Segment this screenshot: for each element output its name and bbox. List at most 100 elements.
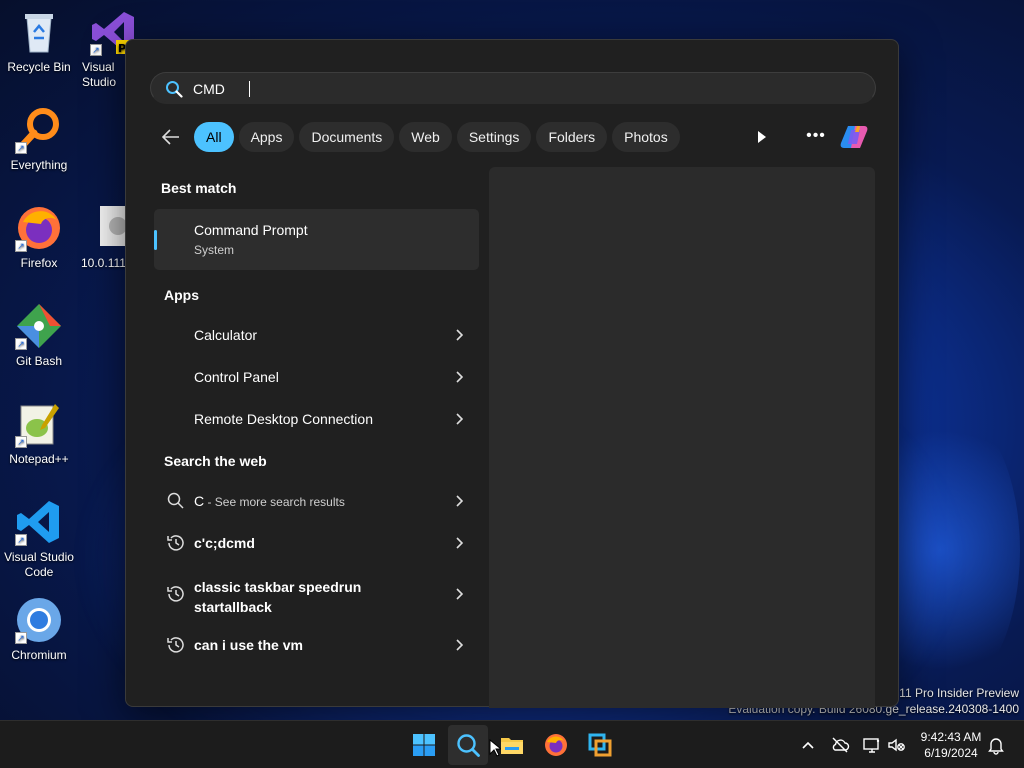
filter-chip-folders[interactable]: Folders	[536, 122, 608, 152]
remote-desktop-icon	[588, 733, 612, 757]
desktop-icon-label: Everything	[10, 158, 68, 172]
desktop-icon-file[interactable]: 10.0.1116	[78, 204, 126, 271]
best-match-heading: Best match	[161, 180, 237, 196]
back-button[interactable]	[156, 122, 186, 152]
copilot-button[interactable]	[838, 121, 870, 153]
taskbar: 9:42:43 AM 6/19/2024	[0, 720, 1024, 768]
vscode-icon: ↗	[15, 498, 63, 546]
more-options-button[interactable]: •••	[802, 126, 830, 148]
app-item-label: Remote Desktop Connection	[194, 411, 373, 427]
desktop-icon-label: 10.0.1116	[81, 256, 126, 270]
filter-chip-settings[interactable]: Settings	[456, 122, 532, 152]
web-item-label: C	[194, 493, 205, 509]
firefox-icon	[545, 734, 567, 756]
web-item-history-3[interactable]: can i use the vm	[154, 626, 479, 664]
app-item-label: Control Panel	[194, 369, 279, 385]
desktop-icon-label: Firefox	[20, 256, 58, 270]
play-icon	[758, 131, 766, 143]
notepadpp-icon: ↗	[15, 400, 63, 448]
app-item-control-panel[interactable]: Control Panel	[154, 358, 479, 396]
chevron-right-icon[interactable]	[455, 495, 463, 507]
history-icon	[167, 586, 184, 602]
git-bash-icon: ↗	[15, 302, 63, 350]
filter-chip-photos[interactable]: Photos	[612, 122, 680, 152]
windows-logo-icon	[413, 734, 435, 756]
chevron-right-icon[interactable]	[455, 371, 463, 383]
shortcut-arrow-icon: ↗	[15, 632, 27, 644]
start-button[interactable]	[404, 725, 444, 765]
filter-chip-documents[interactable]: Documents	[299, 122, 395, 152]
shortcut-arrow-icon: ↗	[15, 240, 27, 252]
search-web-heading: Search the web	[164, 453, 267, 469]
more-filters-button[interactable]	[750, 126, 774, 148]
app-item-remote-desktop[interactable]: Remote Desktop Connection	[154, 400, 479, 438]
web-item-see-more[interactable]: C - See more search results	[154, 482, 479, 520]
everything-icon: ↗	[15, 106, 63, 154]
web-item-label: can i use the vm	[194, 637, 303, 653]
watermark-line-1: s 11 Pro Insider Preview	[889, 686, 1019, 700]
chevron-right-icon[interactable]	[455, 413, 463, 425]
chromium-icon: ↗	[15, 596, 63, 644]
volume-muted-icon[interactable]	[886, 735, 906, 755]
text-caret	[249, 81, 250, 97]
chevron-right-icon[interactable]	[455, 329, 463, 341]
desktop-icon-everything[interactable]: ↗ Everything	[0, 106, 78, 173]
web-item-label: classic taskbar speedrun startallback	[194, 579, 362, 615]
notification-bell-icon[interactable]	[986, 735, 1006, 755]
desktop-icon-recycle-bin[interactable]: Recycle Bin	[0, 8, 78, 75]
app-item-label: Calculator	[194, 327, 258, 343]
desktop-icon-label: Recycle Bin	[7, 60, 71, 74]
apps-heading: Apps	[164, 287, 199, 303]
search-input[interactable]	[193, 78, 853, 100]
history-icon	[167, 535, 184, 551]
desktop-icon-vscode[interactable]: ↗ Visual Studio Code	[0, 498, 78, 580]
history-icon	[167, 637, 184, 653]
network-icon[interactable]	[862, 735, 882, 755]
shortcut-arrow-icon: ↗	[90, 44, 102, 56]
clock-time: 9:42:43 AM	[920, 730, 982, 744]
web-item-history-1[interactable]: c'c;dcmd	[154, 524, 479, 562]
desktop-icon-label: Notepad++	[9, 452, 69, 466]
filter-bar: All Apps Documents Web Settings Folders …	[156, 121, 685, 153]
chevron-right-icon[interactable]	[455, 588, 463, 600]
app-item-calculator[interactable]: Calculator	[154, 316, 479, 354]
filter-chip-web[interactable]: Web	[399, 122, 452, 152]
chevron-right-icon[interactable]	[455, 639, 463, 651]
taskbar-remote-desktop[interactable]	[580, 725, 620, 765]
desktop-icon-label: Visual Studio Code	[4, 550, 74, 579]
desktop-icon-notepadpp[interactable]: ↗ Notepad++	[0, 400, 78, 467]
chevron-up-icon[interactable]	[798, 735, 818, 755]
taskbar-firefox[interactable]	[536, 725, 576, 765]
web-item-history-2[interactable]: classic taskbar speedrun startallback	[154, 569, 479, 619]
system-clock[interactable]: 9:42:43 AM 6/19/2024	[918, 729, 984, 761]
arrow-left-icon	[162, 129, 179, 145]
selection-indicator	[154, 230, 157, 250]
chevron-right-icon[interactable]	[455, 537, 463, 549]
cloud-offline-icon[interactable]	[830, 735, 850, 755]
search-box[interactable]	[150, 72, 876, 104]
preview-pane	[489, 167, 875, 708]
shortcut-arrow-icon: ↗	[15, 534, 27, 546]
taskbar-search-button[interactable]	[448, 725, 488, 765]
copilot-icon	[840, 126, 868, 148]
search-panel: All Apps Documents Web Settings Folders …	[125, 39, 899, 708]
search-icon	[167, 492, 184, 509]
file-icon	[98, 204, 126, 252]
recycle-bin-icon	[15, 8, 63, 56]
search-icon	[457, 734, 480, 757]
filter-chip-apps[interactable]: Apps	[238, 122, 295, 152]
firefox-icon: ↗	[15, 204, 63, 252]
filter-chip-all[interactable]: All	[194, 122, 234, 152]
shortcut-arrow-icon: ↗	[15, 436, 27, 448]
desktop-icon-firefox[interactable]: ↗ Firefox	[0, 204, 78, 271]
clock-date: 6/19/2024	[924, 746, 978, 760]
desktop-icon-chromium[interactable]: ↗ Chromium	[0, 596, 78, 663]
desktop-icon-label: Chromium	[11, 648, 67, 662]
best-match-command-prompt[interactable]: Command Prompt System	[154, 209, 479, 270]
desktop-icon-git-bash[interactable]: ↗ Git Bash	[0, 302, 78, 369]
mouse-cursor-icon	[489, 739, 501, 757]
best-match-subtitle: System	[194, 243, 235, 257]
web-item-label: c'c;dcmd	[194, 535, 255, 551]
desktop-icon-label: Git Bash	[15, 354, 63, 368]
shortcut-arrow-icon: ↗	[15, 338, 27, 350]
